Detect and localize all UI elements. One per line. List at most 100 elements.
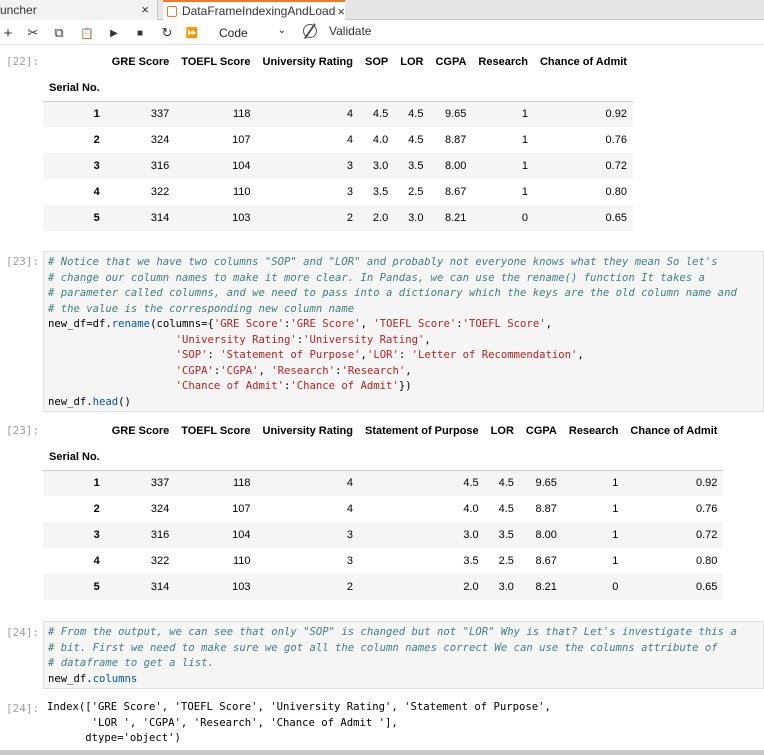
code-cell-editor[interactable]: # From the output, we can see that only … [43, 621, 764, 689]
table-cell: 4.5 [498, 503, 514, 515]
column-header: SOP [364, 56, 389, 68]
table-cell: 3.5 [408, 160, 424, 172]
cut-button[interactable]: ✂ [26, 24, 40, 42]
row-index: 3 [93, 529, 100, 541]
table-row: 3 316 104 3 3.0 3.5 8.00 1 0.72 [43, 522, 724, 548]
table-cell: 104 [232, 160, 251, 172]
validate-icon [303, 24, 317, 38]
close-icon[interactable]: × [141, 2, 149, 17]
table-cell: 9.65 [535, 477, 557, 490]
table-cell: 8.67 [535, 555, 557, 567]
tab-launcher[interactable]: uncher × [0, 0, 158, 20]
table-row: 1 337 118 4 4.5 4.5 9.65 1 0.92 [43, 470, 724, 496]
table-cell: 103 [232, 581, 251, 593]
table-cell: 110 [232, 555, 251, 567]
notebook-icon [167, 5, 177, 17]
table-cell: 324 [150, 134, 170, 146]
table-cell: 8.21 [535, 581, 557, 593]
table-cell: 1 [521, 108, 528, 121]
table-cell: 4 [346, 108, 353, 121]
column-header: Chance of Admit [630, 425, 718, 437]
index-name-row: Serial No. [43, 75, 633, 101]
cell-type-select[interactable]: Code ⌄ [218, 23, 292, 43]
table-cell: 0 [612, 581, 619, 593]
column-header: GRE Score [111, 56, 170, 68]
table-cell: 3.0 [408, 212, 424, 224]
table-row: 4 322 110 3 3.5 2.5 8.67 1 0.80 [43, 548, 723, 574]
column-header: LOR [490, 425, 514, 437]
tab-bar: uncher × DataFrameIndexingAndLoad × [0, 0, 764, 20]
table-cell: 2.0 [372, 212, 389, 224]
stop-button[interactable]: ■ [134, 24, 146, 42]
table-cell: 8.67 [445, 186, 467, 198]
table-cell: 103 [232, 212, 251, 224]
table-cell: 4.5 [408, 134, 424, 146]
run-all-button[interactable]: ⏩ [185, 24, 199, 42]
table-cell: 4 [346, 477, 353, 490]
restart-button[interactable]: ↻ [160, 24, 174, 42]
table-cell: 1 [612, 503, 619, 515]
table-cell: 0.92 [696, 477, 718, 490]
table-cell: 324 [150, 503, 170, 515]
input-prompt: [23]: [6, 255, 40, 268]
row-index: 4 [93, 186, 100, 198]
row-index: 4 [93, 555, 100, 567]
copy-button[interactable]: ⧉ [52, 24, 66, 42]
table-cell: 1 [612, 477, 619, 490]
table-cell: 4.5 [372, 108, 389, 121]
table-cell: 8.00 [535, 529, 557, 541]
table-cell: 314 [150, 581, 170, 593]
table-cell: 2 [346, 212, 353, 224]
row-index: 2 [93, 134, 100, 146]
table-cell: 3.0 [372, 160, 389, 172]
table-cell: 3 [346, 555, 353, 567]
input-prompt: [24]: [6, 626, 40, 639]
table-row: 5 314 103 2 2.0 3.0 8.21 0 0.65 [43, 205, 633, 231]
dataframe-table: GRE Score TOEFL Score University Rating … [43, 49, 633, 231]
column-header: TOEFL Score [181, 56, 251, 68]
row-index: 3 [93, 160, 100, 172]
tab-launcher-label: uncher [0, 3, 37, 17]
table-cell: 4 [346, 503, 353, 515]
table-cell: 3.0 [498, 581, 514, 593]
add-cell-button[interactable]: + [2, 24, 14, 42]
table-cell: 3.5 [498, 529, 514, 541]
row-index: 1 [93, 477, 100, 490]
output-text: Index(['GRE Score', 'TOEFL Score', 'Univ… [47, 701, 551, 744]
table-row: 4 322 110 3 3.5 2.5 8.67 1 0.80 [43, 179, 633, 205]
code-cell-editor[interactable]: # Notice that we have two columns "SOP" … [43, 251, 764, 412]
table-row: 3 316 104 3 3.0 3.5 8.00 1 0.72 [43, 153, 633, 179]
table-cell: 3 [346, 160, 353, 172]
horizontal-scrollbar[interactable] [0, 750, 764, 755]
paste-button[interactable]: 📋 [79, 24, 95, 42]
output-prompt: [24]: [6, 702, 40, 715]
tab-notebook[interactable]: DataFrameIndexingAndLoad × [163, 0, 345, 20]
table-cell: 337 [150, 108, 170, 121]
column-header: GRE Score [111, 425, 170, 437]
table-cell: 118 [232, 108, 251, 121]
close-icon[interactable]: × [337, 4, 345, 19]
output-prompt: [23]: [6, 424, 40, 437]
column-header: TOEFL Score [181, 425, 251, 437]
run-button[interactable]: ▶ [108, 24, 120, 42]
column-header: LOR [400, 56, 424, 68]
table-cell: 8.21 [445, 212, 467, 224]
column-header: University Rating [262, 425, 353, 437]
table-cell: 4.5 [498, 477, 514, 490]
table-cell: 4.5 [463, 477, 479, 490]
table-row: 5 314 103 2 2.0 3.0 8.21 0 0.65 [43, 574, 724, 600]
chevron-down-icon: ⌄ [277, 25, 286, 36]
table-cell: 4.0 [463, 503, 479, 515]
row-index: 5 [93, 212, 100, 224]
table-cell: 8.00 [445, 160, 467, 172]
table-cell: 9.65 [445, 108, 467, 121]
column-header: University Rating [262, 56, 353, 68]
table-cell: 0.80 [605, 186, 627, 198]
table-cell: 0.65 [605, 212, 627, 224]
validate-button[interactable]: Validate [303, 24, 371, 38]
index-name-row: Serial No. [43, 444, 724, 470]
table-cell: 2.0 [463, 581, 479, 593]
table-cell: 0.65 [696, 581, 718, 593]
column-header: Chance of Admit [539, 56, 627, 68]
column-header: Statement of Purpose [364, 425, 479, 437]
